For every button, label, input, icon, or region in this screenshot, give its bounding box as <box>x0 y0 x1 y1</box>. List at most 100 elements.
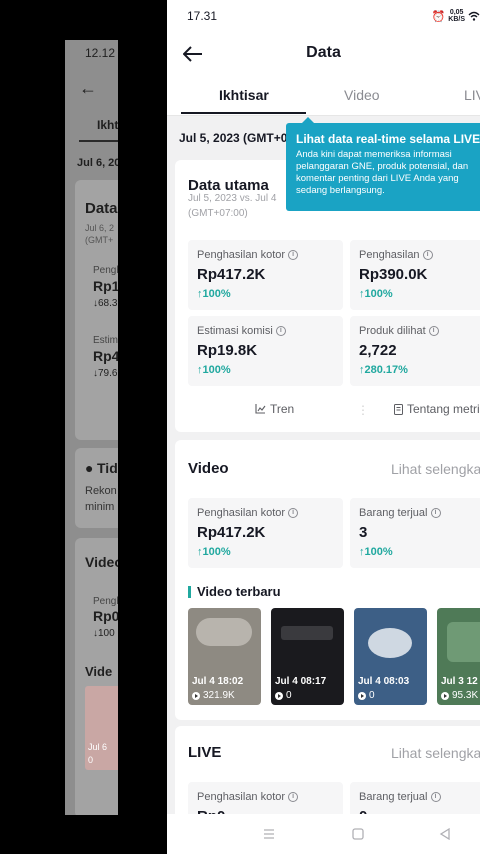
video-metric-gross-revenue[interactable]: Penghasilan kotor i Rp417.2K ↑100% <box>188 498 343 568</box>
metric-label: Barang terjual i <box>359 507 441 519</box>
bg-data-card: Data Jul 6, 2 (GMT+ Pengh Rp1 ↓68.3 Esti… <box>75 180 118 440</box>
info-icon[interactable]: i <box>422 250 433 260</box>
metric-change: ↑100% <box>359 546 393 558</box>
video-see-all-link[interactable]: Lihat selengkapnya <box>391 461 480 477</box>
video-thumbnail[interactable]: Jul 4 08:03 0 <box>354 608 427 705</box>
video-card: Video Lihat selengkapnya Penghasilan kot… <box>175 440 480 720</box>
home-nav-icon[interactable] <box>350 826 366 842</box>
bg-metric2-label: Estim <box>93 335 118 346</box>
video-views: 0 <box>358 690 375 701</box>
metric-label: Barang terjual i <box>359 791 441 803</box>
live-see-all-link[interactable]: Lihat selengkapnya <box>391 745 480 761</box>
bg-metric2-value: Rp4 <box>93 348 118 364</box>
metric-gross-revenue[interactable]: Penghasilan kotor i Rp417.2K ↑100% <box>188 240 343 310</box>
info-icon[interactable]: i <box>288 508 299 518</box>
top-header: Data <box>167 34 480 74</box>
metric-label: Produk dilihat i <box>359 325 439 337</box>
play-icon <box>275 691 283 700</box>
play-icon <box>358 691 366 700</box>
latest-videos-heading: Video terbaru <box>188 584 281 599</box>
metric-change: ↑100% <box>359 288 393 300</box>
bg-card-sub1: Jul 6, 2 <box>85 223 115 233</box>
bg-tips-title: Tid <box>97 460 118 476</box>
video-thumbnail[interactable]: Jul 3 12 95.3K <box>437 608 480 705</box>
thumbnail-image <box>368 628 412 658</box>
date-range-label: Jul 5, 2023 (GMT+0 <box>179 131 288 145</box>
metric-change: ↑100% <box>197 364 231 376</box>
video-date: Jul 4 08:17 <box>275 676 327 687</box>
tab-video[interactable]: Video <box>344 87 380 103</box>
thumbnail-image <box>281 626 333 640</box>
status-icons: ⏰ 0,05 KB/S <box>432 9 480 23</box>
bg-video-title: Video <box>85 554 118 570</box>
metric-est-commission[interactable]: Estimasi komisi i Rp19.8K ↑100% <box>188 316 343 386</box>
bg-video-metric-change: ↓100 <box>93 628 115 639</box>
live-realtime-tooltip[interactable]: Lihat data real-time selama LIVE Anda ki… <box>286 117 480 211</box>
bg-back-arrow-icon: ← <box>79 78 97 98</box>
bg-video-metric-value: Rp0 <box>93 608 118 624</box>
network-speed: 0,05 KB/S <box>448 9 465 23</box>
info-icon[interactable]: i <box>275 326 286 336</box>
bg-date: Jul 6, 20 <box>77 157 118 169</box>
comparison-period: Jul 5, 2023 vs. Jul 4 (GMT+07:00) <box>188 193 277 219</box>
bg-bulb-icon: ● <box>85 460 94 476</box>
metric-change: ↑280.17% <box>359 364 408 376</box>
bg-video-card: Video Pengh Rp0 ↓100 Vide Jul 6 0 <box>75 538 118 815</box>
live-card: LIVE Lihat selengkapnya Penghasilan koto… <box>175 726 480 852</box>
bg-tips-line1: Rekon <box>85 485 117 497</box>
bg-card-title: Data <box>85 200 118 217</box>
video-views: 95.3K <box>441 690 478 701</box>
bg-metric2-change: ↓79.6 <box>93 368 118 379</box>
info-icon[interactable]: i <box>430 792 441 802</box>
bg-card-sub2: (GMT+ <box>85 235 114 245</box>
bg-tab-underline <box>79 140 118 142</box>
trend-chart-icon <box>255 404 266 414</box>
heading-accent-bar <box>188 585 191 598</box>
thumbnail-image <box>447 622 480 662</box>
video-section-title: Video <box>188 460 229 477</box>
tooltip-title: Lihat data real-time selama LIVE <box>296 132 480 146</box>
menu-nav-icon[interactable] <box>261 826 277 842</box>
about-metrics-button[interactable]: Tentang metrik <box>394 402 480 416</box>
metric-revenue[interactable]: Penghasilan i Rp390.0K ↑100% <box>350 240 480 310</box>
bg-latest-label: Vide <box>85 664 113 679</box>
info-icon[interactable]: i <box>430 508 441 518</box>
metric-label: Penghasilan kotor i <box>197 791 299 803</box>
info-icon[interactable]: i <box>288 250 299 260</box>
video-views: 0 <box>275 690 292 701</box>
tab-ikhtisar[interactable]: Ikhtisar <box>219 87 269 103</box>
metric-change: ↑100% <box>197 288 231 300</box>
page-title: Data <box>306 44 341 61</box>
video-thumbnail[interactable]: Jul 4 08:17 0 <box>271 608 344 705</box>
bg-tab: Ikht <box>97 118 118 132</box>
metric-value: Rp417.2K <box>197 266 266 283</box>
info-icon[interactable]: i <box>288 792 299 802</box>
bg-tips-line2: minim <box>85 501 115 513</box>
status-bar: 17.31 ⏰ 0,05 KB/S <box>167 0 480 34</box>
metric-value: Rp19.8K <box>197 342 258 359</box>
video-date: Jul 3 12 <box>441 676 478 687</box>
video-date: Jul 4 18:02 <box>192 676 244 687</box>
back-nav-icon[interactable] <box>437 826 453 842</box>
metric-product-views[interactable]: Produk dilihat i 2,722 ↑280.17% <box>350 316 480 386</box>
metric-value: 2,722 <box>359 342 397 359</box>
action-divider: ⋮ <box>357 403 369 417</box>
metric-label: Penghasilan kotor i <box>197 507 299 519</box>
document-icon <box>394 403 403 415</box>
video-metric-items-sold[interactable]: Barang terjual i 3 ↑100% <box>350 498 480 568</box>
metric-label: Estimasi komisi i <box>197 325 286 337</box>
video-views: 321.9K <box>192 690 235 701</box>
wifi-icon <box>468 11 480 21</box>
status-time: 17.31 <box>187 9 218 23</box>
thumbnail-image <box>196 618 252 646</box>
bg-metric1-label: Pengh <box>93 265 118 276</box>
video-thumbnail[interactable]: Jul 4 18:02 321.9K <box>188 608 261 705</box>
metric-label: Penghasilan i <box>359 249 433 261</box>
tab-live[interactable]: LIVE <box>464 87 480 103</box>
trend-button[interactable]: Tren <box>255 402 294 416</box>
bg-status-time: 12.12 <box>85 46 116 60</box>
bg-metric1-change: ↓68.3 <box>93 298 118 309</box>
system-nav-bar <box>167 814 480 854</box>
metric-value: 3 <box>359 524 368 541</box>
info-icon[interactable]: i <box>428 326 439 336</box>
